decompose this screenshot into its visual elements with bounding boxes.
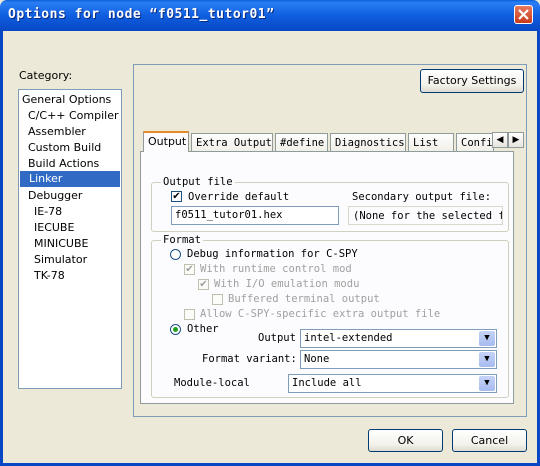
close-icon — [518, 9, 529, 20]
category-item-tk-78[interactable]: TK-78 — [34, 268, 65, 284]
category-item-c-compiler[interactable]: C/C++ Compiler — [28, 108, 119, 124]
format-variant-value: None — [304, 353, 330, 365]
category-item-general-options[interactable]: General Options — [22, 92, 111, 108]
output-format-label: Output — [258, 332, 296, 344]
runtime-control-label: With runtime control mod — [200, 263, 352, 275]
category-item-iecube[interactable]: IECUBE — [34, 220, 74, 236]
tab-list[interactable]: List — [408, 133, 454, 151]
category-item-custom-build[interactable]: Custom Build — [28, 140, 101, 156]
io-emulation-label: With I/O emulation modu — [214, 278, 360, 290]
allow-extra-output-checkbox[interactable] — [184, 309, 195, 320]
cancel-button[interactable]: Cancel — [452, 429, 527, 452]
tab-output[interactable]: Output — [143, 131, 189, 152]
format-group-label: Format — [161, 234, 203, 246]
override-default-checkbox[interactable]: ✔ — [171, 191, 182, 202]
tab-scroll-right-button[interactable]: ▶ — [508, 132, 524, 148]
debug-info-label: Debug information for C-SPY — [187, 248, 358, 260]
category-item-simulator[interactable]: Simulator — [34, 252, 87, 268]
window-title: Options for node “f0511_tutor01” — [8, 7, 275, 22]
tab-extra-output[interactable]: Extra Output — [191, 133, 273, 151]
module-local-value: Include all — [292, 377, 362, 389]
io-emulation-checkbox[interactable]: ✔ — [198, 279, 209, 290]
format-variant-select[interactable]: None ▼ — [300, 350, 497, 369]
debug-info-radio[interactable] — [170, 249, 181, 260]
arrow-right-icon: ▶ — [512, 135, 520, 145]
tab-define[interactable]: #define — [275, 133, 328, 151]
category-item-minicube[interactable]: MINICUBE — [34, 236, 88, 252]
override-default-label: Override default — [188, 191, 290, 203]
other-format-label: Other — [187, 323, 219, 335]
chevron-down-icon: ▼ — [479, 376, 495, 391]
category-item-build-actions[interactable]: Build Actions — [28, 156, 99, 172]
tab-scroll-left-button[interactable]: ◀ — [492, 132, 508, 148]
buffered-output-checkbox[interactable] — [212, 294, 223, 305]
format-variant-label: Format variant: — [202, 353, 297, 365]
output-filename-input[interactable]: f0511_tutor01.hex — [171, 206, 339, 225]
secondary-output-value: (None for the selected format) — [348, 206, 503, 225]
output-format-value: intel-extended — [304, 332, 393, 344]
category-item-assembler[interactable]: Assembler — [28, 124, 86, 140]
tab-config[interactable]: Config — [456, 133, 494, 151]
output-format-select[interactable]: intel-extended ▼ — [300, 329, 497, 348]
category-label: Category: — [19, 69, 73, 82]
close-button[interactable] — [514, 5, 533, 24]
ok-button[interactable]: OK — [368, 429, 443, 452]
output-file-group-label: Output file — [161, 176, 235, 188]
module-local-select[interactable]: Include all ▼ — [288, 374, 497, 393]
arrow-left-icon: ◀ — [496, 135, 504, 145]
chevron-down-icon: ▼ — [479, 331, 495, 346]
chevron-down-icon: ▼ — [479, 352, 495, 367]
buffered-output-label: Buffered terminal output — [228, 293, 380, 305]
category-item-debugger[interactable]: Debugger — [28, 188, 82, 204]
module-local-label: Module-local — [174, 377, 250, 389]
tab-diagnostics[interactable]: Diagnostics — [330, 133, 406, 151]
allow-extra-output-label: Allow C-SPY-specific extra output file — [200, 308, 441, 320]
category-item-linker[interactable]: Linker — [20, 171, 120, 187]
category-list[interactable]: General Options C/C++ Compiler Assembler… — [18, 89, 122, 389]
secondary-output-label: Secondary output file: — [352, 191, 492, 203]
factory-settings-button[interactable]: Factory Settings — [420, 69, 524, 93]
runtime-control-checkbox[interactable]: ✔ — [184, 264, 195, 275]
category-item-ie-78[interactable]: IE-78 — [34, 204, 62, 220]
other-format-radio[interactable] — [170, 324, 181, 335]
